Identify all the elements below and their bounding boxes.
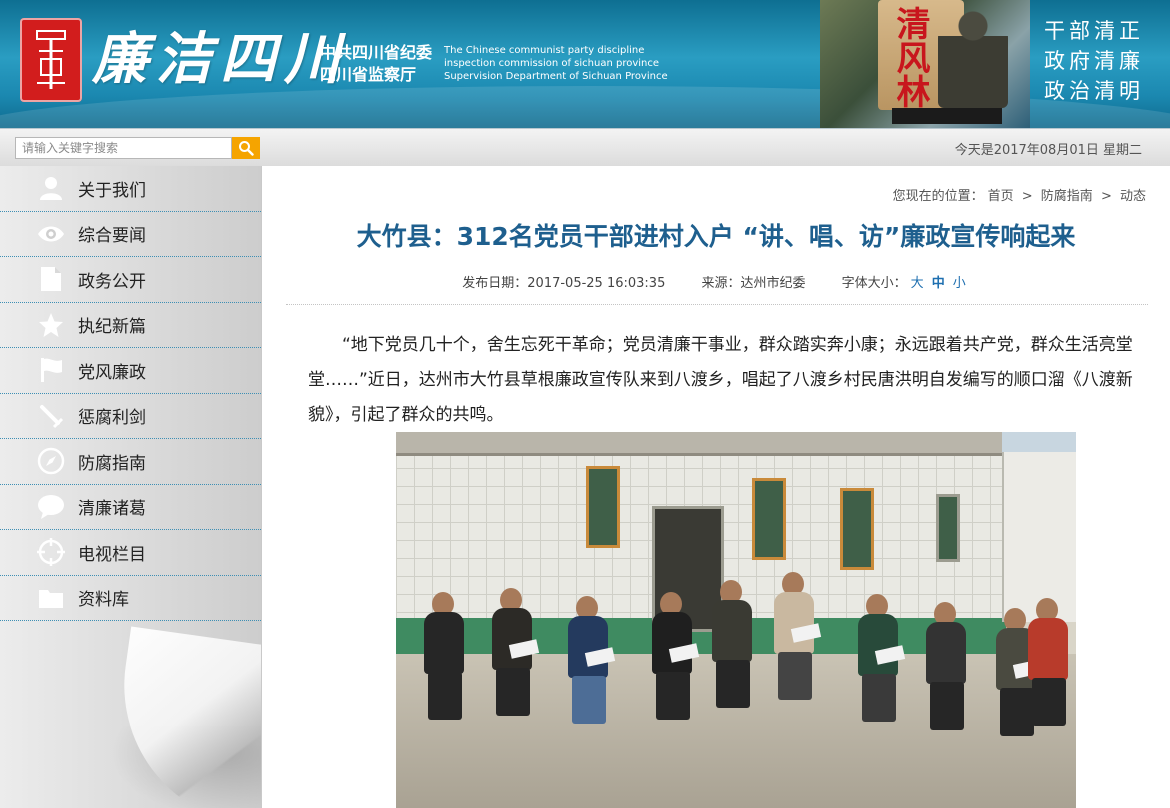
breadcrumb-prefix: 您现在的位置： — [892, 189, 984, 204]
slogan-3: 政治清明 — [1044, 79, 1144, 103]
breadcrumb-news[interactable]: 动态 — [1120, 189, 1146, 204]
font-size-large-button[interactable]: 大 — [911, 276, 924, 291]
user-icon — [37, 174, 65, 202]
sidebar-item-database[interactable]: 资料库 — [0, 576, 261, 621]
sidebar-item-label: 执纪新篇 — [78, 317, 146, 338]
photo-sign-text: 清风林 — [890, 6, 930, 108]
star-icon — [37, 311, 65, 339]
search-bar: 今天是2017年08月01日 星期二 — [0, 128, 1170, 166]
slogan-2: 政府清廉 — [1044, 49, 1144, 73]
sidebar-item-prevention-guide[interactable]: 防腐指南 — [0, 439, 261, 485]
org-en-line-3: Supervision Department of Sichuan Provin… — [444, 71, 668, 82]
breadcrumb-prevention-guide[interactable]: 防腐指南 — [1041, 189, 1093, 204]
sidebar-item-tv-program[interactable]: 电视栏目 — [0, 530, 261, 576]
org-en-line-2: inspection commission of sichuan provinc… — [444, 58, 660, 69]
font-size-medium-button[interactable]: 中 — [932, 276, 945, 291]
sidebar-item-about-us[interactable]: 关于我们 — [0, 166, 261, 212]
sidebar-item-qinglian-zhuge[interactable]: 清廉诸葛 — [0, 485, 261, 530]
seal-emblem-icon — [36, 30, 66, 89]
target-icon — [37, 538, 65, 567]
sidebar-item-label: 惩腐利剑 — [78, 408, 146, 429]
publish-date: 发布日期：2017-05-25 16:03:35 — [462, 276, 666, 291]
header-statue-photo: 清风林 — [820, 0, 1030, 128]
font-size-small-button[interactable]: 小 — [953, 276, 966, 291]
sidebar-item-label: 政务公开 — [78, 271, 146, 292]
sidebar-item-label: 电视栏目 — [78, 544, 146, 565]
org-name-chinese: 中共四川省纪委 四川省监察厅 — [320, 42, 432, 86]
sidebar-item-public-affairs[interactable]: 政务公开 — [0, 257, 261, 303]
compass-icon — [37, 447, 65, 475]
sidebar-item-label: 清廉诸葛 — [78, 499, 146, 520]
breadcrumb: 您现在的位置： 首页 > 防腐指南 > 动态 — [889, 185, 1146, 204]
title-divider — [286, 304, 1148, 305]
breadcrumb-separator: > — [1021, 189, 1033, 204]
sidebar-item-anti-corruption-sword[interactable]: 惩腐利剑 — [0, 394, 261, 439]
org-cn-line-1: 中共四川省纪委 — [320, 43, 433, 62]
current-date: 今天是2017年08月01日 星期二 — [954, 143, 1142, 158]
article-main: 您现在的位置： 首页 > 防腐指南 > 动态 大竹县：312名党员干部进村入户 “… — [262, 166, 1170, 808]
folder-icon — [37, 584, 65, 612]
breadcrumb-home[interactable]: 首页 — [988, 189, 1014, 204]
flag-icon — [37, 356, 65, 384]
sidebar-item-label: 关于我们 — [78, 180, 146, 201]
search-input[interactable] — [15, 137, 232, 159]
font-size-control: 字体大小： 大中小 — [842, 276, 970, 291]
statue-figure — [938, 8, 1008, 108]
photo-window — [586, 466, 620, 548]
eye-icon — [37, 220, 65, 248]
photo-window — [936, 494, 960, 562]
search-button[interactable] — [232, 137, 260, 159]
article-paragraph: “地下党员几十个，舍生忘死干革命；党员清廉干事业，群众踏实奔小康；永远跟着共产党… — [308, 335, 1133, 425]
chat-icon — [37, 493, 65, 521]
document-icon — [37, 265, 65, 293]
sword-icon — [37, 402, 65, 430]
statue-plaque — [892, 108, 1002, 124]
article-title: 大竹县：312名党员干部进村入户 “讲、唱、访”廉政宣传响起来 — [356, 222, 1076, 251]
breadcrumb-separator: > — [1100, 189, 1112, 204]
article-meta: 发布日期：2017-05-25 16:03:35 来源：达州市纪委 字体大小： 大… — [262, 272, 1170, 291]
org-name-english: The Chinese communist party discipline i… — [444, 44, 668, 83]
sidebar-item-discipline[interactable]: 执纪新篇 — [0, 303, 261, 348]
site-brand-name[interactable]: 廉洁四川 — [92, 24, 348, 94]
site-seal-logo[interactable] — [20, 18, 82, 102]
sidebar-item-news[interactable]: 综合要闻 — [0, 212, 261, 257]
article-photo — [396, 432, 1076, 808]
site-header: 廉洁四川 中共四川省纪委 四川省监察厅 The Chinese communis… — [0, 0, 1170, 128]
slogan-1: 干部清正 — [1044, 19, 1144, 43]
sidebar-item-label: 资料库 — [78, 590, 129, 611]
header-slogans: 干部清正 政府清廉 政治清明 — [1044, 16, 1144, 106]
photo-window — [752, 478, 786, 560]
org-cn-line-2: 四川省监察厅 — [320, 65, 417, 84]
sidebar-item-party-style[interactable]: 党风廉政 — [0, 348, 261, 394]
photo-side-building — [1002, 452, 1076, 622]
sidebar-item-label: 防腐指南 — [78, 453, 146, 474]
font-size-label: 字体大小： — [841, 276, 907, 291]
article-source: 来源：达州市纪委 — [701, 276, 806, 291]
sidebar-nav: 关于我们 综合要闻 政务公开 执纪新篇 党风廉政 惩腐利剑 防腐指南 清廉诸葛 … — [0, 166, 262, 808]
org-en-line-1: The Chinese communist party discipline — [444, 45, 645, 56]
search-icon — [239, 141, 254, 156]
photo-roof — [396, 432, 1076, 456]
sidebar-item-label: 党风廉政 — [78, 362, 146, 383]
photo-window — [840, 488, 874, 570]
sidebar-item-label: 综合要闻 — [78, 226, 146, 247]
